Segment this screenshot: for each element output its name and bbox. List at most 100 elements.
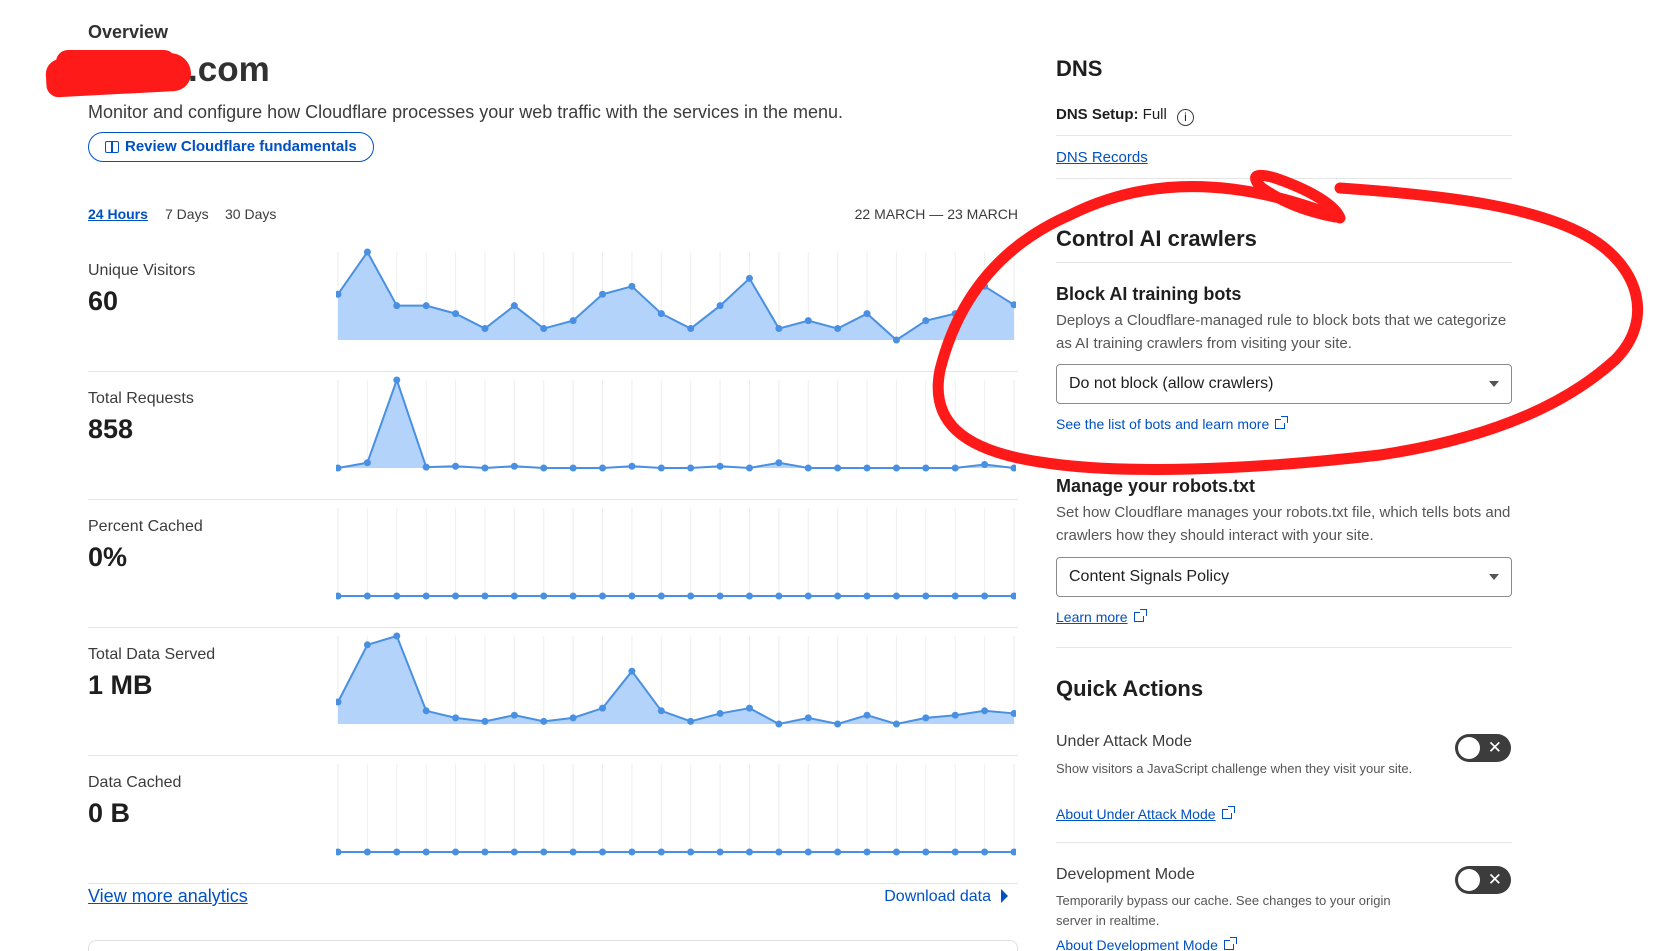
review-fundamentals-button[interactable]: Review Cloudflare fundamentals bbox=[88, 132, 374, 162]
development-mode-toggle[interactable]: ✕ bbox=[1455, 866, 1511, 894]
chart-point[interactable] bbox=[393, 632, 401, 640]
chart-point[interactable] bbox=[1010, 464, 1017, 472]
chart-point[interactable] bbox=[569, 592, 577, 600]
tab-30-days[interactable]: 30 Days bbox=[225, 206, 276, 222]
chart-point[interactable] bbox=[422, 302, 430, 310]
chart-point[interactable] bbox=[834, 848, 842, 856]
chart-point[interactable] bbox=[336, 464, 342, 472]
chart-point[interactable] bbox=[599, 290, 607, 298]
tab-24-hours[interactable]: 24 Hours bbox=[88, 206, 148, 222]
chart-point[interactable] bbox=[481, 325, 489, 333]
chart-point[interactable] bbox=[393, 376, 401, 384]
chart-point[interactable] bbox=[951, 711, 959, 719]
chart-point[interactable] bbox=[716, 848, 724, 856]
chart-point[interactable] bbox=[452, 592, 460, 600]
chart-point[interactable] bbox=[628, 592, 636, 600]
chart-point[interactable] bbox=[687, 592, 695, 600]
chart-point[interactable] bbox=[510, 711, 518, 719]
chart-point[interactable] bbox=[981, 460, 989, 468]
chart-point[interactable] bbox=[657, 592, 665, 600]
chart-point[interactable] bbox=[363, 459, 371, 467]
chart-point[interactable] bbox=[892, 464, 900, 472]
chart-point[interactable] bbox=[687, 464, 695, 472]
chart-point[interactable] bbox=[863, 711, 871, 719]
chart-point[interactable] bbox=[628, 462, 636, 470]
chart-point[interactable] bbox=[393, 848, 401, 856]
chart-point[interactable] bbox=[716, 462, 724, 470]
chart-point[interactable] bbox=[892, 592, 900, 600]
chart-point[interactable] bbox=[922, 714, 930, 722]
chart-point[interactable] bbox=[745, 848, 753, 856]
robots-txt-select[interactable]: Content Signals Policy bbox=[1056, 557, 1512, 597]
chart-point[interactable] bbox=[393, 302, 401, 310]
chart-point[interactable] bbox=[657, 707, 665, 715]
chart-point[interactable] bbox=[628, 848, 636, 856]
chart-point[interactable] bbox=[569, 464, 577, 472]
bots-list-link[interactable]: See the list of bots and learn more bbox=[1056, 416, 1289, 432]
chart-point[interactable] bbox=[922, 848, 930, 856]
chart-point[interactable] bbox=[745, 704, 753, 712]
chart-point[interactable] bbox=[951, 848, 959, 856]
chart-point[interactable] bbox=[540, 325, 548, 333]
chart-point[interactable] bbox=[510, 302, 518, 310]
chart-point[interactable] bbox=[1010, 848, 1017, 856]
chart-point[interactable] bbox=[687, 717, 695, 725]
chart-point[interactable] bbox=[481, 848, 489, 856]
chart-point[interactable] bbox=[510, 592, 518, 600]
chart-point[interactable] bbox=[804, 848, 812, 856]
chart-point[interactable] bbox=[892, 720, 900, 728]
chart-point[interactable] bbox=[922, 592, 930, 600]
chart-point[interactable] bbox=[540, 848, 548, 856]
info-icon[interactable]: i bbox=[1177, 109, 1195, 126]
chart-point[interactable] bbox=[1010, 592, 1017, 600]
chart-point[interactable] bbox=[863, 310, 871, 318]
about-under-attack-mode-link[interactable]: About Under Attack Mode bbox=[1056, 806, 1235, 822]
block-ai-bots-select[interactable]: Do not block (allow crawlers) bbox=[1056, 364, 1512, 404]
chart-point[interactable] bbox=[775, 325, 783, 333]
chart-point[interactable] bbox=[834, 720, 842, 728]
chart-point[interactable] bbox=[804, 317, 812, 325]
chart-point[interactable] bbox=[804, 714, 812, 722]
dns-records-link[interactable]: DNS Records bbox=[1056, 149, 1148, 166]
chart-point[interactable] bbox=[599, 592, 607, 600]
chart-point[interactable] bbox=[687, 848, 695, 856]
learn-more-link[interactable]: Learn more bbox=[1056, 609, 1147, 625]
chart-point[interactable] bbox=[510, 848, 518, 856]
under-attack-mode-toggle[interactable]: ✕ bbox=[1455, 734, 1511, 762]
chart-point[interactable] bbox=[569, 317, 577, 325]
chart-point[interactable] bbox=[569, 848, 577, 856]
chart-point[interactable] bbox=[922, 317, 930, 325]
chart-point[interactable] bbox=[951, 310, 959, 318]
chart-point[interactable] bbox=[775, 720, 783, 728]
chart-point[interactable] bbox=[775, 848, 783, 856]
chart-point[interactable] bbox=[834, 325, 842, 333]
chart-point[interactable] bbox=[745, 464, 753, 472]
chart-point[interactable] bbox=[452, 310, 460, 318]
chart-point[interactable] bbox=[981, 592, 989, 600]
chart-point[interactable] bbox=[981, 848, 989, 856]
chart-point[interactable] bbox=[569, 714, 577, 722]
chart-point[interactable] bbox=[863, 592, 871, 600]
chart-point[interactable] bbox=[363, 641, 371, 649]
chart-point[interactable] bbox=[981, 282, 989, 290]
chart-point[interactable] bbox=[922, 464, 930, 472]
chart-point[interactable] bbox=[892, 848, 900, 856]
chart-point[interactable] bbox=[775, 459, 783, 467]
chart-point[interactable] bbox=[804, 464, 812, 472]
chart-point[interactable] bbox=[393, 592, 401, 600]
chart-point[interactable] bbox=[745, 592, 753, 600]
chart-point[interactable] bbox=[363, 848, 371, 856]
chart-point[interactable] bbox=[951, 464, 959, 472]
chart-point[interactable] bbox=[657, 848, 665, 856]
chart-point[interactable] bbox=[892, 336, 900, 344]
chart-point[interactable] bbox=[599, 704, 607, 712]
chart-point[interactable] bbox=[422, 848, 430, 856]
chart-point[interactable] bbox=[745, 274, 753, 282]
chart-point[interactable] bbox=[363, 248, 371, 256]
chart-point[interactable] bbox=[863, 848, 871, 856]
download-data-link[interactable]: Download data bbox=[884, 888, 1008, 906]
chart-point[interactable] bbox=[775, 592, 783, 600]
chart-point[interactable] bbox=[687, 325, 695, 333]
chart-point[interactable] bbox=[628, 282, 636, 290]
chart-point[interactable] bbox=[951, 592, 959, 600]
